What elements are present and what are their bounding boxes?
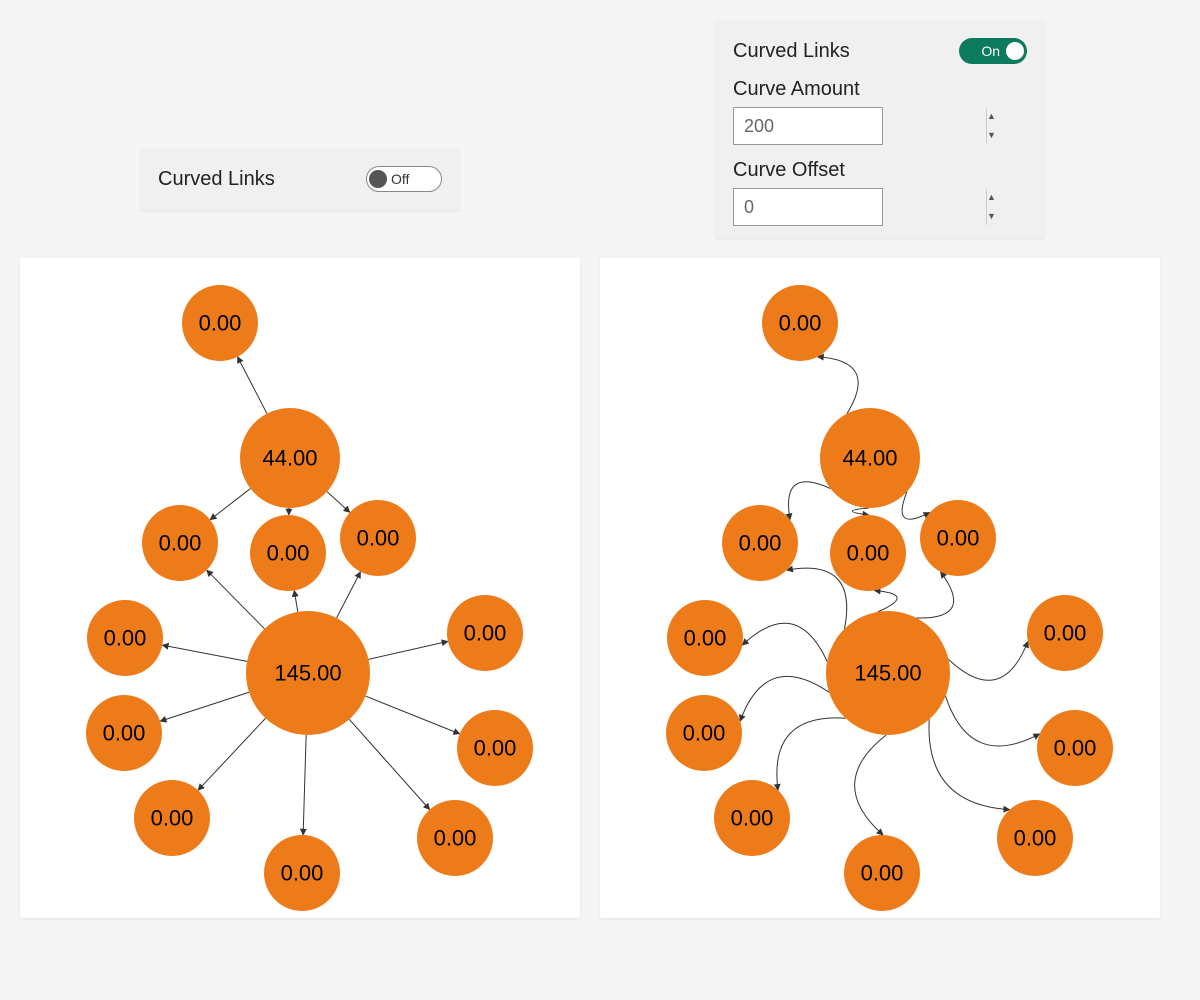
graph-node-label: 0.00 [861,861,904,886]
curve-amount-input[interactable] [734,108,986,144]
graph-node-label: 145.00 [274,661,341,686]
graph-node-label: 0.00 [103,721,146,746]
graph-node-label: 0.00 [357,526,400,551]
link-edge [327,492,350,513]
link-edge [207,570,265,629]
toggle-state-label: On [981,43,1000,59]
graph-node-label: 0.00 [159,531,202,556]
graph-node-label: 0.00 [1014,826,1057,851]
link-edge [855,735,887,835]
link-edge [162,645,247,661]
link-edge [742,623,827,661]
graph-node-label: 0.00 [281,861,324,886]
stepper-up-icon[interactable]: ▲ [987,108,996,127]
link-edge [946,696,1040,746]
stepper-down-icon[interactable]: ▼ [987,127,996,145]
panel-title: Curved Links [158,168,275,191]
panel-title: Curved Links [733,40,850,63]
link-edge [349,719,429,809]
link-edge [366,696,460,734]
link-edge [852,508,869,515]
curved-links-toggle-on[interactable]: On [959,38,1027,64]
link-edge [777,718,846,790]
graph-node-label: 0.00 [1054,736,1097,761]
graph-node-label: 0.00 [739,531,782,556]
graph-node-label: 0.00 [684,626,727,651]
curve-offset-label: Curve Offset [733,159,1027,182]
graph-node-label: 0.00 [731,806,774,831]
curved-links-panel-on: Curved Links On Curve Amount ▲ ▼ Curve O… [715,20,1045,238]
curve-offset-stepper[interactable]: ▲ ▼ [733,188,883,226]
stepper-up-icon[interactable]: ▲ [987,189,996,208]
graph-node-label: 0.00 [683,721,726,746]
link-edge [929,719,1010,809]
toggle-knob-icon [369,170,387,188]
curved-links-toggle-off[interactable]: Off [366,166,442,192]
link-edge [817,357,858,414]
link-edge [740,676,829,721]
link-edge [874,590,897,611]
link-edge [237,357,266,414]
graph-node-label: 0.00 [847,541,890,566]
toggle-knob-icon [1006,42,1024,60]
graph-node-label: 0.00 [267,541,310,566]
graph-straight-links: 0.00 44.00 0.00 0.00 0.00 0.00 0.00 145.00 0.00 0… [20,258,580,918]
toggle-state-label: Off [391,171,409,187]
link-edge [198,718,266,790]
graph-curved-links: 0.00 44.00 0.00 0.00 0.00 0.00 0.00 145.00 0.00 0… [600,258,1160,918]
graph-node-label: 0.00 [199,311,242,336]
graph-node-label: 44.00 [842,446,897,471]
curve-offset-input[interactable] [734,189,986,225]
graph-node-label: 0.00 [474,736,517,761]
curve-amount-stepper[interactable]: ▲ ▼ [733,107,883,145]
link-edge [948,641,1027,680]
link-edge [303,735,306,835]
graph-node-label: 0.00 [779,311,822,336]
stepper-down-icon[interactable]: ▼ [987,208,996,226]
graph-node-label: 145.00 [854,661,921,686]
curved-links-panel-off: Curved Links Off [140,148,460,210]
link-edge [787,568,847,629]
link-edge [902,492,930,520]
link-edge [337,572,361,618]
graph-node-label: 0.00 [1044,621,1087,646]
link-edge [789,482,831,520]
graph-node-label: 44.00 [262,446,317,471]
link-edge [294,590,298,611]
graph-node-label: 0.00 [104,626,147,651]
link-edge [917,572,954,618]
link-edge [368,641,447,659]
curve-amount-label: Curve Amount [733,78,1027,101]
graph-node-label: 0.00 [464,621,507,646]
graph-node-label: 0.00 [151,806,194,831]
graph-node-label: 0.00 [937,526,980,551]
graph-node-label: 0.00 [434,826,477,851]
link-edge [210,489,250,520]
link-edge [160,692,249,721]
